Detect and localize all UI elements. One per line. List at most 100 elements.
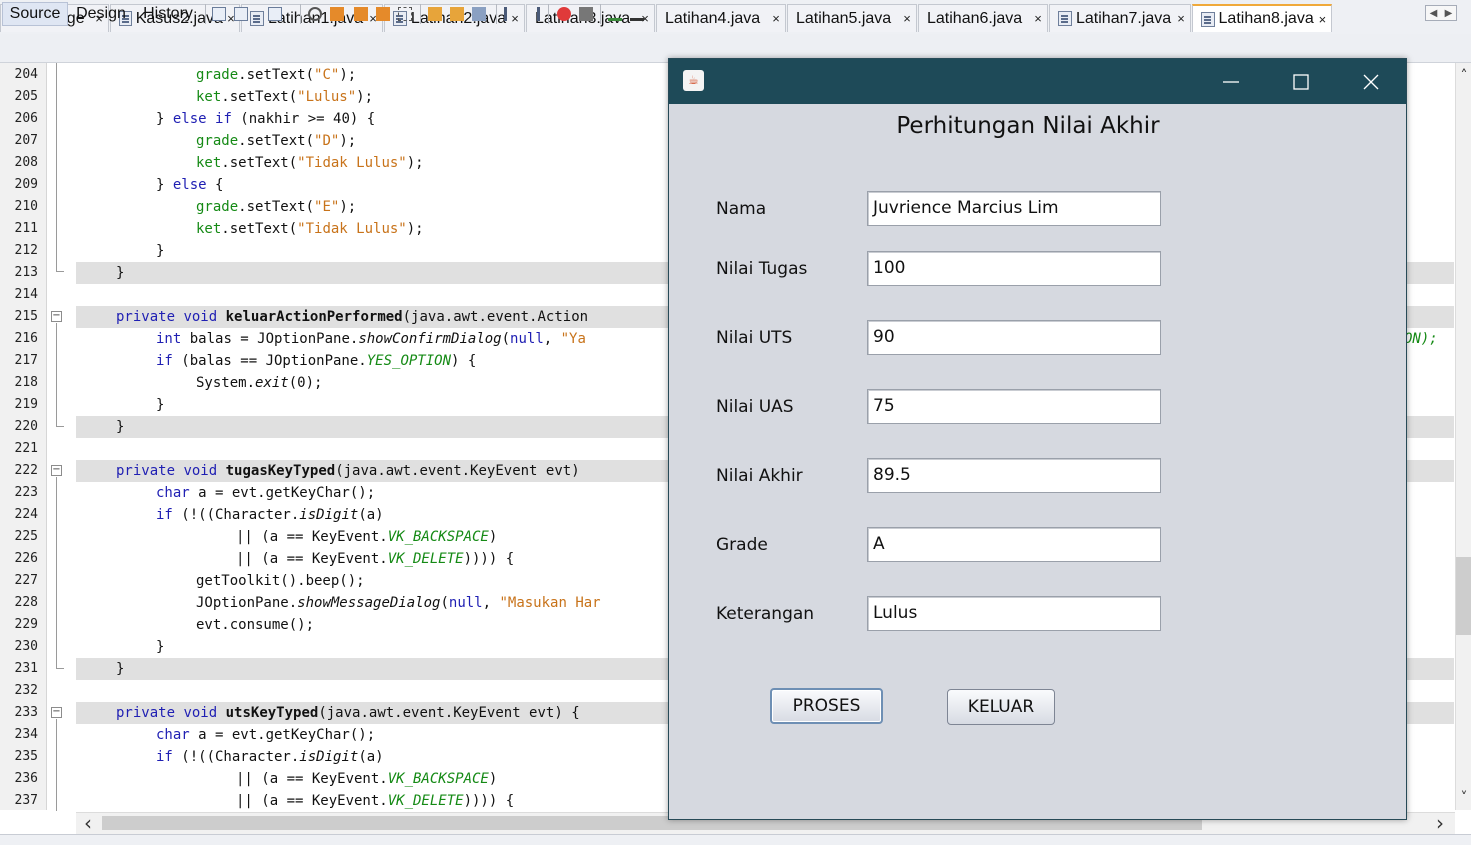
find-selection-icon[interactable] [376, 7, 390, 21]
code-line[interactable]: if (!((Character.isDigit(a) [156, 504, 384, 526]
tab-scroll-arrows[interactable]: ◀ ▶ [1425, 5, 1457, 21]
maximize-icon[interactable] [1266, 59, 1336, 104]
grade-field[interactable]: A [867, 527, 1161, 562]
code-line[interactable]: grade.setText("C"); [196, 64, 356, 86]
shift-left-icon[interactable] [504, 7, 518, 21]
code-line[interactable]: } [116, 262, 124, 284]
code-line[interactable]: } [116, 416, 124, 438]
code-line[interactable]: } else if (nakhir >= 40) { [156, 108, 375, 130]
line-number: 223 [14, 485, 38, 500]
vertical-scrollbar[interactable] [1455, 63, 1471, 810]
vertical-scroll-thumb[interactable] [1456, 557, 1471, 635]
code-line[interactable]: char a = evt.getKeyChar(); [156, 724, 375, 746]
line-number: 214 [14, 287, 38, 302]
nilai-uas-field[interactable]: 75 [867, 389, 1161, 424]
line-number: 206 [14, 111, 38, 126]
find-previous-icon[interactable] [330, 7, 344, 21]
toggle-highlight-icon[interactable] [398, 7, 412, 21]
code-line[interactable]: ket.setText("Tidak Lulus"); [196, 152, 424, 174]
fold-collapse-icon[interactable]: − [51, 311, 62, 322]
line-number: 213 [14, 265, 38, 280]
code-line[interactable]: } [156, 394, 164, 416]
code-line[interactable]: private void utsKeyTyped(java.awt.event.… [116, 702, 580, 724]
editor-tab[interactable]: Latihan4.java × [656, 4, 786, 32]
code-line[interactable]: } [156, 240, 164, 262]
toggle-bookmark-icon[interactable] [472, 7, 486, 21]
line-number: 228 [14, 595, 38, 610]
code-line[interactable]: evt.consume(); [196, 614, 314, 636]
code-line[interactable]: || (a == KeyEvent.VK_BACKSPACE) [236, 768, 497, 790]
line-number: 229 [14, 617, 38, 632]
code-line[interactable]: ket.setText("Lulus"); [196, 86, 373, 108]
fold-collapse-icon[interactable]: − [51, 465, 62, 476]
previous-bookmark-icon[interactable] [428, 7, 442, 21]
code-line[interactable]: || (a == KeyEvent.VK_BACKSPACE) [236, 526, 497, 548]
close-tab-icon[interactable]: × [1029, 11, 1047, 26]
stop-macro-recording-icon[interactable] [579, 7, 593, 21]
tab-design[interactable]: Design [70, 2, 132, 26]
find-icon[interactable] [308, 7, 322, 21]
close-tab-icon[interactable]: × [1172, 11, 1190, 26]
java-cup-icon: ☕ [683, 70, 704, 91]
editor-tab[interactable]: Latihan8.java × [1192, 4, 1332, 32]
forward-icon[interactable] [268, 7, 282, 21]
minimize-icon[interactable] [1196, 59, 1266, 104]
tab-history[interactable]: History [136, 2, 200, 26]
scroll-up-icon[interactable]: ˄ [1457, 68, 1471, 84]
close-tab-icon[interactable]: × [898, 11, 916, 26]
code-line[interactable]: int balas = JOptionPane.showConfirmDialo… [156, 328, 586, 350]
code-line[interactable]: } else { [156, 174, 223, 196]
close-tab-icon[interactable]: × [767, 11, 785, 26]
code-line[interactable]: ket.setText("Tidak Lulus"); [196, 218, 424, 240]
code-line[interactable]: grade.setText("D"); [196, 130, 356, 152]
editor-tab[interactable]: Latihan7.java × [1049, 4, 1191, 32]
code-line[interactable]: } [116, 658, 124, 680]
tab-source[interactable]: Source [2, 2, 68, 26]
fold-collapse-icon[interactable]: − [51, 707, 62, 718]
close-icon[interactable] [1336, 59, 1406, 104]
code-line[interactable]: grade.setText("E"); [196, 196, 356, 218]
fold-guide [56, 63, 57, 271]
toolbar-separator [205, 4, 206, 24]
code-line[interactable]: || (a == KeyEvent.VK_DELETE)))) { [236, 548, 514, 570]
code-line[interactable]: } [156, 636, 164, 658]
nilai-akhir-label: Nilai Akhir [716, 466, 803, 486]
code-line[interactable]: if (balas == JOptionPane.YES_OPTION) { [156, 350, 476, 372]
tab-scroll-left-icon[interactable]: ◀ [1430, 8, 1438, 19]
start-macro-recording-icon[interactable] [557, 7, 571, 21]
code-line[interactable]: getToolkit().beep(); [196, 570, 365, 592]
tab-scroll-right-icon[interactable]: ▶ [1445, 8, 1453, 19]
line-number: 216 [14, 331, 38, 346]
editor-tab-label: Latihan6.java [927, 9, 1023, 27]
nilai-akhir-field[interactable]: 89.5 [867, 458, 1161, 493]
uncomment-icon[interactable] [630, 7, 644, 21]
code-line[interactable]: System.exit(0); [196, 372, 322, 394]
scroll-down-icon[interactable]: ˅ [1457, 790, 1471, 806]
code-line[interactable]: private void keluarActionPerformed(java.… [116, 306, 588, 328]
scroll-left-icon[interactable]: ‹ [80, 813, 96, 833]
nilai-uts-field[interactable]: 90 [867, 320, 1161, 355]
code-line[interactable]: || (a == KeyEvent.VK_DELETE)))) { [236, 790, 514, 812]
comment-icon[interactable] [608, 7, 622, 21]
next-bookmark-icon[interactable] [450, 7, 464, 21]
editor-tab[interactable]: Latihan6.java × [918, 4, 1048, 32]
code-line[interactable]: private void tugasKeyTyped(java.awt.even… [116, 460, 580, 482]
scroll-right-icon[interactable]: › [1432, 813, 1448, 833]
nama-field[interactable]: Juvrience Marcius Lim [867, 191, 1161, 226]
code-line[interactable]: if (!((Character.isDigit(a) [156, 746, 384, 768]
find-next-icon[interactable] [354, 7, 368, 21]
last-edit-icon[interactable] [212, 7, 226, 21]
line-number: 220 [14, 419, 38, 434]
proses-button[interactable]: PROSES [770, 688, 883, 724]
keluar-button[interactable]: KELUAR [947, 689, 1055, 725]
line-number: 235 [14, 749, 38, 764]
nama-label: Nama [716, 199, 767, 219]
code-line[interactable]: char a = evt.getKeyChar(); [156, 482, 375, 504]
nilai-tugas-field[interactable]: 100 [867, 251, 1161, 286]
keterangan-field[interactable]: Lulus [867, 596, 1161, 631]
editor-tab[interactable]: Latihan5.java × [787, 4, 917, 32]
shift-right-icon[interactable] [526, 7, 540, 21]
code-line[interactable]: JOptionPane.showMessageDialog(null, "Mas… [196, 592, 601, 614]
back-icon[interactable] [234, 7, 248, 21]
close-tab-icon[interactable]: × [1314, 12, 1331, 27]
